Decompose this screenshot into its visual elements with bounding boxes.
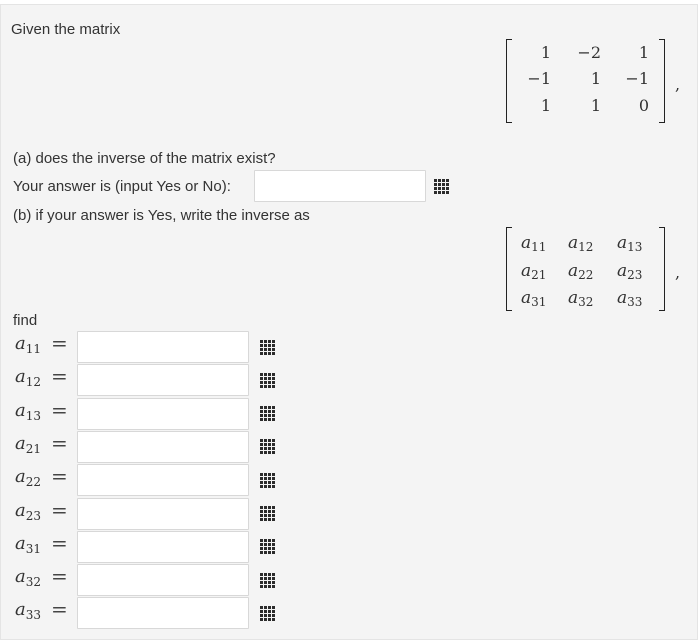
question-prompt: Given the matrix [11,21,121,38]
keypad-grid-icon[interactable] [253,465,281,495]
matrix-cell: 1 [590,96,601,115]
matrix-left-bracket [506,227,512,311]
keypad-grid-icon[interactable] [253,399,281,429]
inverse-matrix-cell: a23 [617,261,643,282]
entry-input-a21[interactable] [77,430,249,463]
equals-sign: = [51,597,68,622]
keypad-grid-icon[interactable] [253,598,281,628]
matrix-left-bracket [506,39,512,123]
keypad-grid-icon[interactable] [253,532,281,562]
matrix-right-bracket [659,227,665,311]
entry-input-a12[interactable] [77,364,249,397]
entry-input-a13[interactable] [77,397,249,430]
matrix-cell: 0 [638,96,649,115]
keypad-grid-icon[interactable] [253,499,281,529]
question-panel: Given the matrix 1 −2 1 −1 1 −1 1 1 0 , … [0,4,698,640]
find-label: find [13,312,38,329]
equals-sign: = [51,497,68,522]
part-a-answer-input[interactable] [254,170,426,202]
part-a-question: (a) does the inverse of the matrix exist… [13,150,276,167]
matrix-cell: −2 [577,43,601,62]
inverse-matrix-cell: a22 [568,261,594,282]
matrix-cell: −1 [625,69,649,88]
inverse-matrix-cell: a11 [521,233,547,254]
equals-sign: = [51,464,68,489]
matrix-cell: 1 [590,69,601,88]
matrix-trailing-comma: , [675,263,681,282]
matrix-trailing-comma: , [675,75,681,94]
equals-sign: = [51,530,68,555]
keypad-grid-icon[interactable] [253,332,281,362]
inverse-matrix-cell: a31 [521,288,547,309]
entry-input-a32[interactable] [77,564,249,597]
matrix-cell: −1 [527,69,551,88]
entry-input-a11[interactable] [77,331,249,363]
equals-sign: = [51,564,68,589]
entry-input-a22[interactable] [77,464,249,497]
entry-input-a31[interactable] [77,530,249,563]
matrix-right-bracket [659,39,665,123]
part-b-instruction: (b) if your answer is Yes, write the inv… [13,207,310,224]
inverse-matrix-cell: a12 [568,233,594,254]
inverse-matrix-cell: a33 [617,288,643,309]
inverse-matrix-cell: a21 [521,261,547,282]
matrix-cell: 1 [540,43,551,62]
entry-input-a23[interactable] [77,497,249,530]
keypad-grid-icon[interactable] [253,432,281,462]
inverse-matrix-cell: a13 [617,233,643,254]
keypad-grid-icon[interactable] [427,171,455,201]
equals-sign: = [51,397,68,422]
part-a-answer-label: Your answer is (input Yes or No): [13,178,231,195]
entry-input-a33[interactable] [77,597,249,630]
matrix-cell: 1 [638,43,649,62]
keypad-grid-icon[interactable] [253,365,281,395]
equals-sign: = [51,331,68,355]
keypad-grid-icon[interactable] [253,565,281,595]
equals-sign: = [51,364,68,389]
equals-sign: = [51,430,68,455]
inverse-matrix-cell: a32 [568,288,594,309]
matrix-cell: 1 [540,96,551,115]
